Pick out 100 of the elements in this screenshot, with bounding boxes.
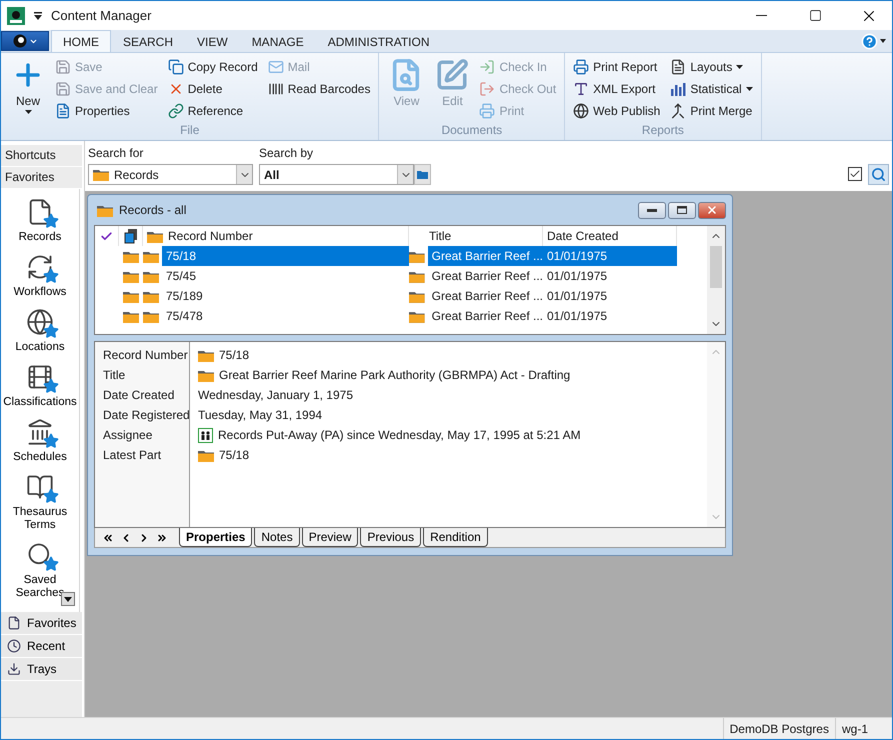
sidebar-section[interactable]: Recent: [1, 635, 82, 658]
table-cell[interactable]: 75/478: [162, 306, 409, 326]
ribbon-tab[interactable]: ADMINISTRATION: [316, 30, 442, 52]
printer-icon: [573, 59, 590, 75]
caret-icon[interactable]: [880, 39, 886, 43]
sidebar-item[interactable]: Locations: [1, 305, 80, 354]
folder-icon: [417, 170, 428, 179]
minimize-icon: [647, 208, 657, 212]
folder-icon: [123, 310, 139, 322]
window-title: Content Manager: [51, 8, 152, 23]
tab[interactable]: Preview: [302, 528, 358, 547]
table-cell[interactable]: 01/01/1975: [543, 266, 677, 286]
table-cell[interactable]: 01/01/1975: [543, 246, 677, 266]
scrollbar[interactable]: [707, 226, 725, 334]
group-label: Reports: [640, 123, 685, 139]
table-cell[interactable]: 75/45: [162, 266, 409, 286]
table-cell[interactable]: 01/01/1975: [543, 286, 677, 306]
search-button[interactable]: [868, 164, 889, 185]
folder-icon: [143, 290, 159, 302]
document-icon: [7, 616, 21, 630]
pencil-icon: [435, 58, 470, 92]
ribbon-tab[interactable]: VIEW: [185, 30, 240, 52]
printer-icon: [479, 103, 496, 119]
documents-icon: [122, 228, 138, 244]
checkbox[interactable]: [848, 167, 862, 181]
sidebar-header[interactable]: Favorites: [1, 167, 82, 189]
sidebar-section[interactable]: Trays: [1, 658, 82, 681]
field-label: Search for: [88, 146, 144, 160]
table-cell[interactable]: 75/18: [162, 246, 409, 266]
property-value: Wednesday, January 1, 1975: [198, 388, 353, 402]
sidebar-item[interactable]: Schedules: [1, 415, 80, 464]
folder-icon: [198, 448, 214, 462]
status-text: DemoDB Postgres: [722, 718, 835, 739]
clock-icon: [7, 639, 21, 653]
sidebar-item[interactable]: Workflows: [1, 250, 80, 299]
sidebar-item[interactable]: Classifications: [1, 360, 80, 409]
ribbon-tab[interactable]: SEARCH: [111, 30, 186, 52]
ribbon-button[interactable]: Print Merge: [668, 100, 755, 122]
restore-button[interactable]: [668, 202, 696, 218]
table-cell[interactable]: 01/01/1975: [543, 306, 677, 326]
document-icon: [670, 59, 686, 75]
group-label: File: [179, 123, 200, 139]
sidebar-item[interactable]: Saved Searches: [1, 538, 80, 600]
property-label: Title: [103, 367, 126, 384]
tab[interactable]: Previous: [360, 528, 422, 547]
table-cell[interactable]: Great Barrier Reef ...: [428, 246, 543, 266]
field-label: Search by: [259, 146, 314, 160]
sidebar-item[interactable]: Records: [1, 195, 80, 244]
search-for-dropdown[interactable]: Records: [88, 164, 253, 185]
ribbon-button[interactable]: Statistical: [668, 78, 755, 100]
ribbon-tab[interactable]: MANAGE: [240, 30, 316, 52]
ribbon-button[interactable]: Layouts: [668, 56, 755, 78]
window-title: Records - all: [119, 203, 188, 217]
help-icon[interactable]: [861, 33, 878, 50]
search-by-dropdown[interactable]: All: [259, 164, 414, 185]
property-label: Assignee: [103, 427, 154, 444]
sidebar-header[interactable]: Shortcuts: [1, 145, 82, 167]
copy-icon: [168, 59, 184, 75]
app-menu-button[interactable]: [1, 31, 49, 51]
caret-icon[interactable]: [33, 10, 43, 20]
table-cell[interactable]: Great Barrier Reef ...: [428, 306, 543, 326]
ribbon-button[interactable]: New: [7, 56, 49, 123]
folder-icon: [143, 250, 159, 262]
folder-icon: [123, 270, 139, 282]
tab[interactable]: Rendition: [423, 528, 488, 547]
ribbon-tab[interactable]: HOME: [51, 30, 111, 52]
ribbon-button[interactable]: Reference: [166, 100, 260, 122]
link-icon: [168, 103, 184, 119]
ribbon-button[interactable]: Properties: [53, 100, 160, 122]
text-icon: [573, 81, 590, 97]
table-cell[interactable]: 75/189: [162, 286, 409, 306]
close-icon: [706, 204, 718, 216]
folder-icon: [409, 250, 425, 262]
folder-icon: [97, 204, 113, 216]
search-icon: [871, 167, 886, 182]
ribbon-button[interactable]: Delete: [166, 78, 260, 100]
folder-icon: [123, 250, 139, 262]
ribbon-button[interactable]: XML Export: [571, 78, 662, 100]
close-button[interactable]: [698, 202, 726, 218]
table-cell[interactable]: Great Barrier Reef ...: [428, 286, 543, 306]
sidebar-item[interactable]: Thesaurus Terms: [1, 470, 80, 532]
ribbon-button[interactable]: Print Report: [571, 56, 662, 78]
bar-chart-icon: [670, 81, 686, 97]
folder-icon: [143, 310, 159, 322]
ribbon-button[interactable]: Web Publish: [571, 100, 662, 122]
sidebar-section[interactable]: Favorites: [1, 612, 82, 635]
checkmark-icon: [849, 168, 861, 180]
ribbon-button[interactable]: Copy Record: [166, 56, 260, 78]
minimize-button[interactable]: [638, 202, 666, 218]
folder-icon: [123, 290, 139, 302]
document-icon: [55, 103, 71, 119]
logo-icon: [12, 34, 26, 48]
tab[interactable]: Properties: [179, 528, 252, 547]
group-label: Documents: [440, 123, 504, 139]
folder-button[interactable]: [414, 164, 431, 185]
people-icon: [198, 428, 213, 442]
tab[interactable]: Notes: [254, 528, 300, 547]
ribbon-button[interactable]: Read Barcodes: [266, 78, 372, 100]
table-cell[interactable]: Great Barrier Reef ...: [428, 266, 543, 286]
minimize-icon: [756, 15, 766, 16]
